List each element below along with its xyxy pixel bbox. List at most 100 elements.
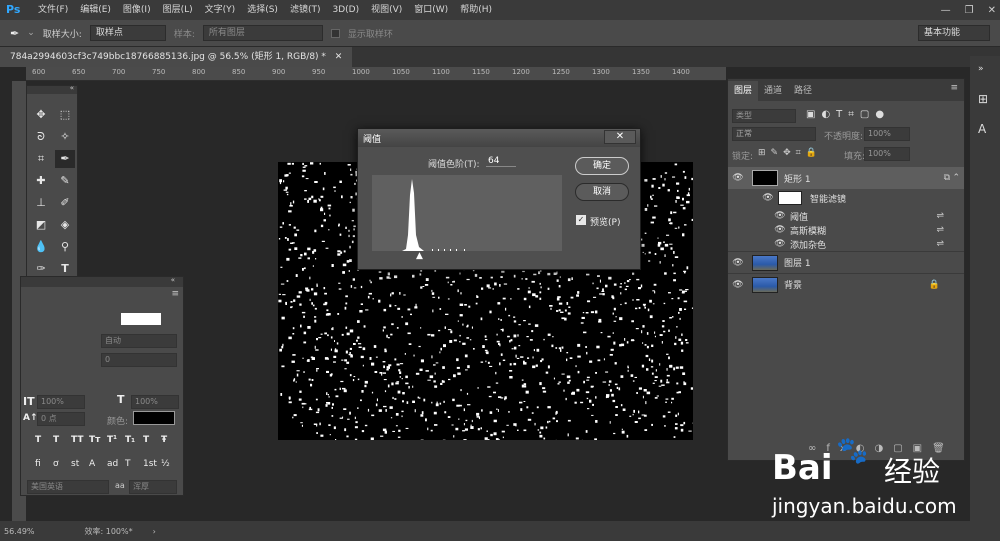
opentype-button[interactable]: fi — [35, 459, 41, 469]
menu-item[interactable]: 视图(V) — [365, 0, 408, 20]
filter-options-icon[interactable]: ⇌ — [936, 225, 944, 235]
show-ring-checkbox[interactable] — [330, 28, 340, 38]
brush-tool-icon[interactable]: ✎ — [55, 172, 75, 190]
panel-menu-icon[interactable]: ≡ — [171, 289, 179, 299]
collapse-icon[interactable]: « — [171, 276, 175, 284]
text-style-button[interactable]: Tт — [89, 435, 100, 445]
cancel-button[interactable]: 取消 — [575, 183, 629, 201]
lock-icons[interactable]: ⊞✎✥⌗🔒 — [758, 148, 822, 158]
zoom-level[interactable]: 56.49% — [4, 527, 35, 536]
menu-item[interactable]: 3D(D) — [326, 0, 365, 20]
menu-item[interactable]: 文件(F) — [32, 0, 74, 20]
menu-item[interactable]: 编辑(E) — [74, 0, 117, 20]
menu-item[interactable]: 滤镜(T) — [284, 0, 327, 20]
tab-close-icon[interactable]: ✕ — [335, 52, 343, 62]
menu-item[interactable]: 选择(S) — [241, 0, 284, 20]
antialias-select[interactable]: 浑厚 — [129, 480, 177, 494]
text-style-button[interactable]: Ŧ — [161, 435, 167, 445]
text-style-button[interactable]: T₁ — [125, 435, 135, 445]
tool-preset-chevron-icon[interactable]: ⌄ — [27, 28, 35, 38]
collapse-icon[interactable]: » — [978, 64, 984, 74]
visibility-eye-icon[interactable]: 👁 — [774, 238, 786, 250]
visibility-eye-icon[interactable]: 👁 — [774, 224, 786, 236]
dialog-close-button[interactable]: ✕ — [604, 130, 636, 144]
tab-channels[interactable]: 通道 — [758, 81, 788, 101]
blend-mode-select[interactable]: 正常 — [732, 127, 816, 141]
move-tool-icon[interactable]: ✥ — [31, 106, 51, 124]
filter-options-icon[interactable]: ⇌ — [936, 211, 944, 221]
workspace-select[interactable]: 基本功能 — [918, 25, 990, 41]
sample-size-select[interactable]: 取样点 — [89, 25, 166, 41]
leading-field[interactable]: 自动 — [101, 334, 177, 348]
sample-select[interactable]: 所有图层 — [202, 25, 323, 41]
menu-item[interactable]: 文字(Y) — [199, 0, 242, 20]
filter-row-add-noise[interactable]: 👁 添加杂色 ⇌ — [728, 237, 964, 251]
threshold-slider-handle[interactable]: ▲ — [416, 251, 423, 261]
visibility-eye-icon[interactable]: 👁 — [732, 279, 744, 291]
panel-menu-icon[interactable]: ≡ — [950, 83, 958, 93]
menu-item[interactable]: 图层(L) — [157, 0, 199, 20]
healing-brush-tool-icon[interactable]: ✚ — [31, 172, 51, 190]
filter-row-threshold[interactable]: 👁 阈值 ⇌ — [728, 209, 964, 223]
opentype-button[interactable]: ad — [107, 459, 118, 469]
menu-item[interactable]: 窗口(W) — [408, 0, 454, 20]
vertical-scale-field[interactable]: 100% — [37, 395, 85, 409]
horizontal-scale-field[interactable]: 100% — [131, 395, 179, 409]
layer-filter-icons[interactable]: ▣◐T⌗▢● — [806, 109, 890, 120]
menu-item[interactable]: 帮助(H) — [454, 0, 498, 20]
tab-paths[interactable]: 路径 — [788, 81, 818, 101]
opentype-button[interactable]: T — [125, 459, 131, 469]
text-style-button[interactable]: T — [143, 435, 149, 445]
character-icon[interactable]: A — [978, 122, 986, 136]
layer-row-smart-filters[interactable]: 👁 智能滤镜 — [728, 189, 964, 207]
filter-row-gaussian-blur[interactable]: 👁 高斯模糊 ⇌ — [728, 223, 964, 237]
filter-options-icon[interactable]: ⇌ — [936, 239, 944, 249]
eyedropper-tool-icon[interactable]: ✒ — [10, 27, 19, 40]
opentype-button[interactable]: A — [89, 459, 95, 469]
text-style-button[interactable]: T¹ — [107, 435, 117, 445]
lasso-tool-icon[interactable]: ᘐ — [31, 128, 51, 146]
layer-row-shape[interactable]: 👁 矩形 1 ⧉ ⌃ — [728, 167, 964, 189]
marquee-tool-icon[interactable]: ⬚ — [55, 106, 75, 124]
threshold-level-input[interactable]: 64 — [486, 156, 516, 167]
magic-wand-tool-icon[interactable]: ✧ — [55, 128, 75, 146]
opentype-button[interactable]: st — [71, 459, 79, 469]
history-brush-tool-icon[interactable]: ✐ — [55, 194, 75, 212]
layer-row-layer1[interactable]: 👁 图层 1 — [728, 251, 964, 273]
collapse-icon[interactable]: « — [70, 84, 74, 92]
text-style-button[interactable]: T — [53, 435, 59, 445]
opacity-field[interactable]: 100% — [864, 127, 910, 141]
eraser-tool-icon[interactable]: ◩ — [31, 216, 51, 234]
properties-icon[interactable]: ⊞ — [978, 92, 988, 106]
eyedropper-tool-icon[interactable]: ✒ — [55, 150, 75, 168]
menu-item[interactable]: 图像(I) — [117, 0, 157, 20]
opentype-button[interactable]: ½ — [161, 459, 170, 469]
fill-field[interactable]: 100% — [864, 147, 910, 161]
language-select[interactable]: 美国英语 — [27, 480, 109, 494]
paint-bucket-tool-icon[interactable]: ◈ — [55, 216, 75, 234]
crop-tool-icon[interactable]: ⌗ — [31, 150, 51, 168]
blur-tool-icon[interactable]: 💧 — [31, 238, 51, 256]
expand-arrow-icon[interactable]: ⌃ — [952, 173, 960, 183]
opentype-button[interactable]: ơ — [53, 459, 59, 469]
filter-kind-select[interactable]: 类型 — [732, 109, 796, 123]
layer-row-background[interactable]: 👁 背景 🔒 — [728, 273, 964, 295]
visibility-eye-icon[interactable]: 👁 — [762, 192, 774, 204]
maximize-icon[interactable]: ❐ — [965, 5, 974, 16]
clone-stamp-tool-icon[interactable]: ⊥ — [31, 194, 51, 212]
font-style-field[interactable] — [121, 313, 161, 325]
visibility-eye-icon[interactable]: 👁 — [732, 172, 744, 184]
status-arrow-icon[interactable]: › — [153, 527, 156, 536]
tracking-field[interactable]: 0 — [101, 353, 177, 367]
minimize-icon[interactable]: — — [941, 5, 951, 16]
document-tab[interactable]: 784a2994603cf3c749bbc18766885136.jpg @ 5… — [0, 47, 353, 67]
text-style-button[interactable]: TT — [71, 435, 84, 445]
tab-layers[interactable]: 图层 — [728, 81, 759, 101]
preview-checkbox[interactable]: ✓ — [576, 215, 586, 225]
baseline-field[interactable]: 0 点 — [37, 412, 85, 426]
ok-button[interactable]: 确定 — [575, 157, 629, 175]
opentype-button[interactable]: 1st — [143, 459, 157, 469]
close-icon[interactable]: ✕ — [988, 5, 996, 16]
text-style-button[interactable]: T — [35, 435, 41, 445]
dodge-tool-icon[interactable]: ⚲ — [55, 238, 75, 256]
